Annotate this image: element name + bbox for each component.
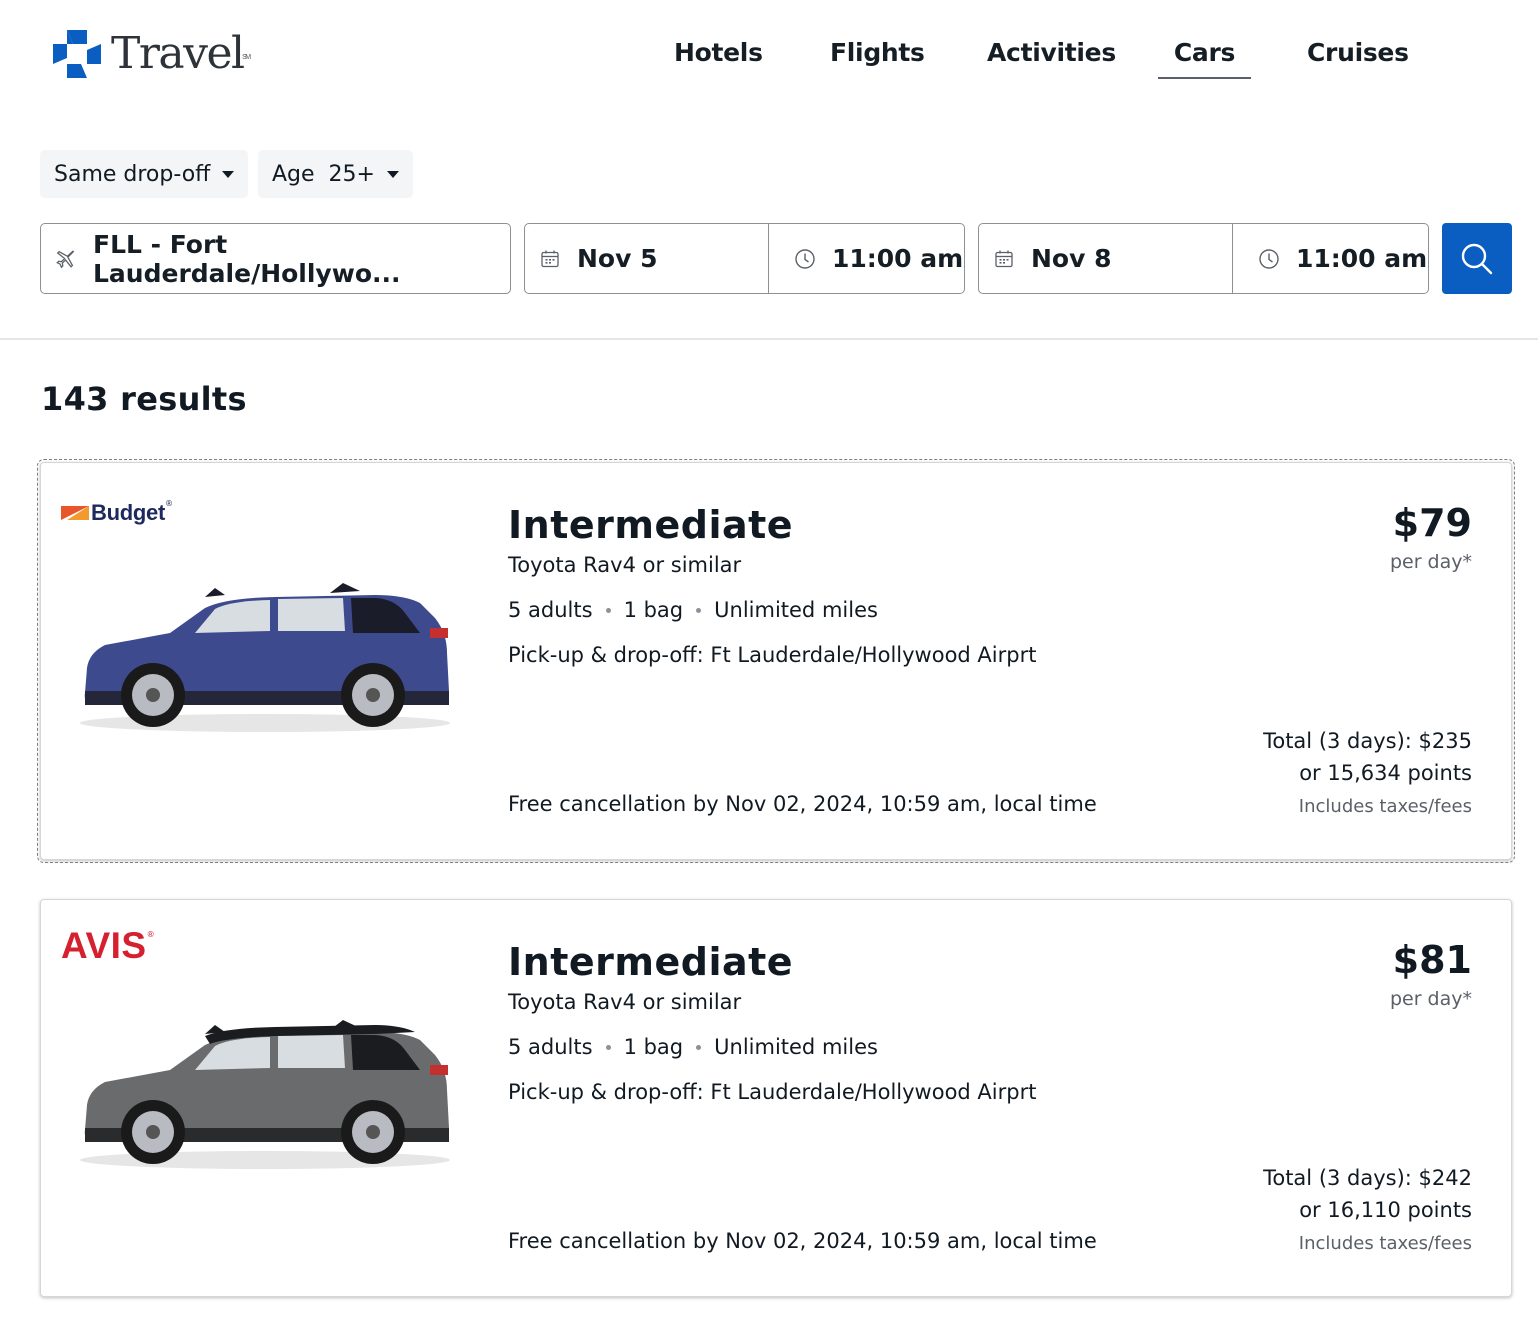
pickup-date-value: Nov 5 [577,244,658,273]
car-features: 5 adults 1 bag Unlimited miles [508,598,878,622]
main-nav: Hotels Flights Activities Cars Cruises [0,36,1538,80]
cancellation-policy: Free cancellation by Nov 02, 2024, 10:59… [508,792,1097,816]
result-card[interactable]: Budget ® Intermediate Toyota Rav4 or sim… [37,459,1515,863]
bullet-separator [696,607,702,613]
price-unit: per day* [1389,551,1472,573]
dropoff-date-input[interactable]: Nov 8 [979,224,1232,293]
feature-mileage: Unlimited miles [714,1035,878,1059]
age-select-label: Age 25+ [272,161,375,187]
nav-cruises[interactable]: Cruises [1307,36,1409,79]
vendor-logo-avis: AVIS ® [61,925,155,966]
total-cash: Total (3 days): $242 [1263,1166,1472,1190]
search-button[interactable] [1442,223,1512,294]
feature-bags: 1 bag [623,598,684,622]
car-features: 5 adults 1 bag Unlimited miles [508,1035,878,1059]
car-category: Intermediate [508,940,794,984]
vendor-logo-budget: Budget ® [61,493,173,533]
dropoff-time-input[interactable]: 11:00 am [1233,224,1428,293]
feature-passengers: 5 adults [508,598,593,622]
pickup-datetime-field: Nov 5 11:00 am [524,223,965,294]
feature-passengers: 5 adults [508,1035,593,1059]
calendar-icon [539,248,561,270]
dropoff-select[interactable]: Same drop-off [40,150,249,198]
dropoff-select-label: Same drop-off [54,161,211,187]
bullet-separator [605,607,611,613]
caret-down-icon [386,170,399,178]
total-price: Total (3 days): $235 or 15,634 points [1263,725,1472,789]
total-points: or 15,634 points [1299,761,1472,785]
pickup-time-input[interactable]: 11:00 am [769,224,964,293]
section-divider [0,338,1538,340]
car-model: Toyota Rav4 or similar [508,553,742,577]
pickup-location: Pick-up & drop-off: Ft Lauderdale/Hollyw… [508,1080,1037,1104]
total-points: or 16,110 points [1299,1198,1472,1222]
vendor-name: AVIS [61,925,147,966]
taxes-note: Includes taxes/fees [1298,1233,1472,1254]
clock-icon [1258,248,1280,270]
nav-flights[interactable]: Flights [830,36,925,79]
nav-hotels[interactable]: Hotels [674,36,763,79]
registered-mark: ® [164,499,173,508]
dropoff-datetime-field: Nov 8 11:00 am [978,223,1429,294]
daily-price: $81 [1392,938,1472,982]
daily-price: $79 [1392,501,1472,545]
pickup-date-input[interactable]: Nov 5 [525,224,768,293]
car-category: Intermediate [508,503,794,547]
registered-mark: ® [146,930,155,939]
feature-mileage: Unlimited miles [714,598,878,622]
result-card[interactable]: AVIS ® Intermediate Toyota Rav4 or simil… [40,899,1512,1297]
dropoff-time-value: 11:00 am [1296,244,1428,273]
results-count: 143 results [41,380,247,418]
cancellation-policy: Free cancellation by Nov 02, 2024, 10:59… [508,1229,1097,1253]
price-unit: per day* [1389,988,1472,1010]
location-field[interactable]: FLL - Fort Lauderdale/Hollywo... [40,223,511,294]
location-segment: FLL - Fort Lauderdale/Hollywo... [41,224,510,293]
pickup-time-value: 11:00 am [832,244,964,273]
location-value: FLL - Fort Lauderdale/Hollywo... [93,229,401,288]
bullet-separator [696,1044,702,1050]
car-model: Toyota Rav4 or similar [508,990,742,1014]
age-select[interactable]: Age 25+ [258,150,413,198]
caret-down-icon [222,170,235,178]
bullet-separator [605,1044,611,1050]
clock-icon [794,248,816,270]
dropoff-date-value: Nov 8 [1031,244,1112,273]
total-cash: Total (3 days): $235 [1263,729,1472,753]
nav-cars[interactable]: Cars [1158,36,1251,79]
car-image [80,1020,450,1169]
search-icon [1461,243,1493,274]
taxes-note: Includes taxes/fees [1298,796,1472,817]
vendor-name: Budget [91,500,165,525]
nav-activities[interactable]: Activities [987,36,1116,79]
pickup-location: Pick-up & drop-off: Ft Lauderdale/Hollyw… [508,643,1037,667]
airplane-icon [55,248,77,270]
feature-bags: 1 bag [623,1035,684,1059]
calendar-icon [993,248,1015,270]
car-image [80,583,450,732]
budget-logo-icon [61,506,89,520]
total-price: Total (3 days): $242 or 16,110 points [1263,1162,1472,1226]
